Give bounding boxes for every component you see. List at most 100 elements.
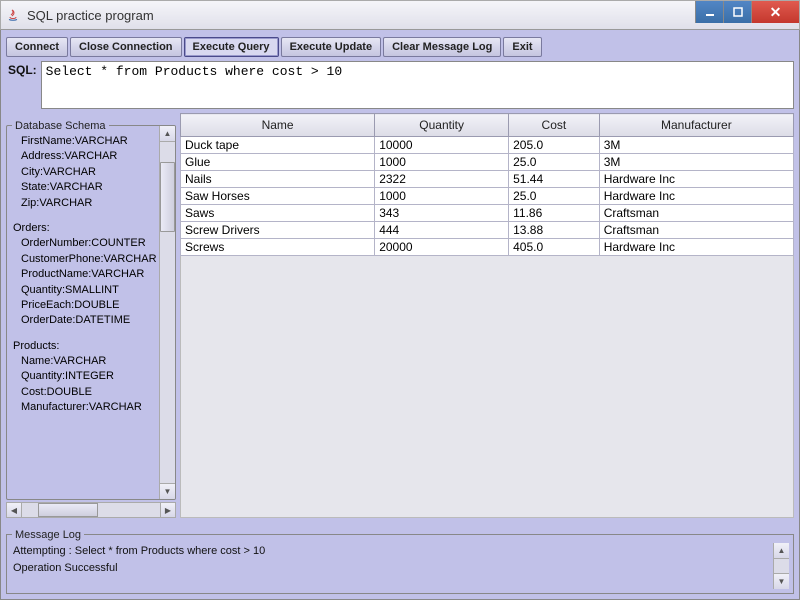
schema-item: FirstName:VARCHAR bbox=[13, 134, 155, 149]
table-cell[interactable]: Saw Horses bbox=[181, 188, 375, 205]
schema-item: City:VARCHAR bbox=[13, 165, 155, 180]
table-cell[interactable]: 3M bbox=[599, 154, 793, 171]
execute-update-button[interactable]: Execute Update bbox=[281, 37, 382, 57]
results-panel: Name Quantity Cost Manufacturer Duck tap… bbox=[180, 113, 794, 518]
clear-log-button[interactable]: Clear Message Log bbox=[383, 37, 501, 57]
table-empty-area bbox=[180, 256, 794, 518]
connect-button[interactable]: Connect bbox=[6, 37, 68, 57]
scroll-down-icon[interactable]: ▼ bbox=[160, 483, 175, 499]
scroll-up-icon[interactable]: ▲ bbox=[160, 126, 175, 142]
schema-item: Manufacturer:VARCHAR bbox=[13, 400, 155, 415]
table-cell[interactable]: Glue bbox=[181, 154, 375, 171]
hscroll-thumb[interactable] bbox=[38, 503, 98, 517]
schema-content: FirstName:VARCHAR Address:VARCHAR City:V… bbox=[7, 126, 159, 499]
maximize-button[interactable] bbox=[723, 1, 751, 23]
scroll-right-icon[interactable]: ▶ bbox=[160, 502, 176, 518]
close-button[interactable]: ✕ bbox=[751, 1, 799, 23]
table-cell[interactable]: Saws bbox=[181, 205, 375, 222]
schema-item: OrderDate:DATETIME bbox=[13, 313, 155, 328]
schema-item: Name:VARCHAR bbox=[13, 354, 155, 369]
table-cell[interactable]: 343 bbox=[375, 205, 509, 222]
table-cell[interactable]: 13.88 bbox=[509, 222, 600, 239]
window-title: SQL practice program bbox=[27, 8, 154, 23]
schema-item: Zip:VARCHAR bbox=[13, 196, 155, 211]
scroll-track[interactable] bbox=[160, 142, 175, 483]
table-row[interactable]: Saw Horses100025.0Hardware Inc bbox=[181, 188, 794, 205]
log-panel: Message Log Attempting : Select * from P… bbox=[6, 522, 794, 594]
schema-panel: Database Schema FirstName:VARCHAR Addres… bbox=[6, 113, 176, 518]
schema-item: CustomerPhone:VARCHAR bbox=[13, 252, 155, 267]
schema-table-name: Orders: bbox=[13, 221, 155, 236]
schema-item: Cost:DOUBLE bbox=[13, 385, 155, 400]
scroll-up-icon[interactable]: ▲ bbox=[774, 543, 789, 559]
column-header[interactable]: Manufacturer bbox=[599, 114, 793, 137]
table-cell[interactable]: 10000 bbox=[375, 137, 509, 154]
table-row[interactable]: Screw Drivers44413.88Craftsman bbox=[181, 222, 794, 239]
table-cell[interactable]: 25.0 bbox=[509, 188, 600, 205]
log-box: Attempting : Select * from Products wher… bbox=[6, 534, 794, 594]
schema-box: FirstName:VARCHAR Address:VARCHAR City:V… bbox=[6, 125, 176, 500]
table-cell[interactable]: Craftsman bbox=[599, 205, 793, 222]
main-row: Database Schema FirstName:VARCHAR Addres… bbox=[4, 113, 796, 518]
table-row[interactable]: Nails232251.44Hardware Inc bbox=[181, 171, 794, 188]
schema-scrollbar[interactable]: ▲ ▼ bbox=[159, 126, 175, 499]
minimize-button[interactable] bbox=[695, 1, 723, 23]
scroll-track[interactable] bbox=[774, 559, 789, 573]
schema-item: State:VARCHAR bbox=[13, 180, 155, 195]
table-cell[interactable]: 25.0 bbox=[509, 154, 600, 171]
table-row[interactable]: Duck tape10000205.03M bbox=[181, 137, 794, 154]
table-cell[interactable]: Hardware Inc bbox=[599, 171, 793, 188]
table-cell[interactable]: 51.44 bbox=[509, 171, 600, 188]
hscroll-track[interactable] bbox=[22, 502, 160, 518]
schema-item: Address:VARCHAR bbox=[13, 149, 155, 164]
toolbar: Connect Close Connection Execute Query E… bbox=[4, 33, 796, 61]
table-cell[interactable]: 11.86 bbox=[509, 205, 600, 222]
column-header[interactable]: Quantity bbox=[375, 114, 509, 137]
sql-row: SQL: bbox=[4, 61, 796, 113]
table-row[interactable]: Glue100025.03M bbox=[181, 154, 794, 171]
table-header-row: Name Quantity Cost Manufacturer bbox=[181, 114, 794, 137]
column-header[interactable]: Cost bbox=[509, 114, 600, 137]
schema-table-name: Products: bbox=[13, 339, 155, 354]
schema-item: PriceEach:DOUBLE bbox=[13, 298, 155, 313]
column-header[interactable]: Name bbox=[181, 114, 375, 137]
java-icon bbox=[5, 7, 21, 23]
table-cell[interactable]: 444 bbox=[375, 222, 509, 239]
table-row[interactable]: Screws20000405.0Hardware Inc bbox=[181, 239, 794, 256]
table-cell[interactable]: Screws bbox=[181, 239, 375, 256]
table-cell[interactable]: 2322 bbox=[375, 171, 509, 188]
table-cell[interactable]: 405.0 bbox=[509, 239, 600, 256]
sql-input[interactable] bbox=[41, 61, 794, 109]
scroll-thumb[interactable] bbox=[160, 162, 175, 232]
log-title: Message Log bbox=[12, 529, 84, 541]
schema-title: Database Schema bbox=[12, 120, 109, 132]
table-cell[interactable]: 1000 bbox=[375, 154, 509, 171]
schema-item: Quantity:SMALLINT bbox=[13, 283, 155, 298]
table-cell[interactable]: Hardware Inc bbox=[599, 239, 793, 256]
table-cell[interactable]: 205.0 bbox=[509, 137, 600, 154]
scroll-down-icon[interactable]: ▼ bbox=[774, 573, 789, 589]
schema-item: ProductName:VARCHAR bbox=[13, 267, 155, 282]
schema-item: Quantity:INTEGER bbox=[13, 369, 155, 384]
schema-hscrollbar[interactable]: ◀ ▶ bbox=[6, 502, 176, 518]
close-connection-button[interactable]: Close Connection bbox=[70, 37, 182, 57]
log-line: Operation Successful bbox=[13, 560, 773, 577]
table-cell[interactable]: 20000 bbox=[375, 239, 509, 256]
table-cell[interactable]: Hardware Inc bbox=[599, 188, 793, 205]
table-row[interactable]: Saws34311.86Craftsman bbox=[181, 205, 794, 222]
exit-button[interactable]: Exit bbox=[503, 37, 541, 57]
table-cell[interactable]: Craftsman bbox=[599, 222, 793, 239]
sql-label: SQL: bbox=[6, 61, 41, 77]
app-body: Connect Close Connection Execute Query E… bbox=[0, 30, 800, 600]
table-cell[interactable]: 3M bbox=[599, 137, 793, 154]
schema-item: OrderNumber:COUNTER bbox=[13, 236, 155, 251]
execute-query-button[interactable]: Execute Query bbox=[184, 37, 279, 57]
table-cell[interactable]: Nails bbox=[181, 171, 375, 188]
results-table[interactable]: Name Quantity Cost Manufacturer Duck tap… bbox=[180, 113, 794, 256]
log-scrollbar[interactable]: ▲ ▼ bbox=[773, 543, 789, 589]
table-cell[interactable]: Screw Drivers bbox=[181, 222, 375, 239]
window-titlebar: SQL practice program ✕ bbox=[0, 0, 800, 30]
scroll-left-icon[interactable]: ◀ bbox=[6, 502, 22, 518]
table-cell[interactable]: Duck tape bbox=[181, 137, 375, 154]
table-cell[interactable]: 1000 bbox=[375, 188, 509, 205]
